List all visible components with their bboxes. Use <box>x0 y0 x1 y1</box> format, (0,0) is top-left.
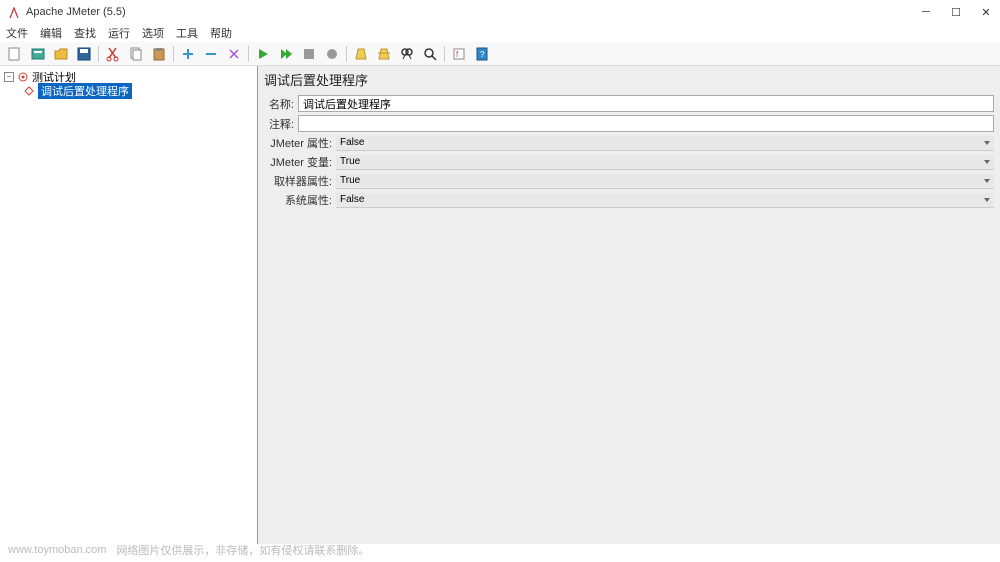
reset-search-icon[interactable] <box>419 44 441 64</box>
close-button[interactable]: ✕ <box>980 6 992 18</box>
menu-search[interactable]: 查找 <box>74 25 96 41</box>
titlebar: Apache JMeter (5.5) ─ ☐ ✕ <box>0 0 1000 24</box>
comment-label: 注释: <box>264 116 294 132</box>
jmeter-vars-label: JMeter 变量: <box>264 154 332 170</box>
testplan-icon <box>16 70 30 84</box>
comment-input[interactable] <box>298 115 994 132</box>
form-panel: 调试后置处理程序 名称: 注释: JMeter 属性: False JMeter… <box>258 66 1000 544</box>
tree-panel: − 测试计划 调试后置处理程序 <box>0 66 258 544</box>
toolbar: f ? <box>0 42 1000 66</box>
maximize-button[interactable]: ☐ <box>950 6 962 18</box>
open-icon[interactable] <box>50 44 72 64</box>
system-props-select[interactable]: False <box>336 193 994 208</box>
new-icon[interactable] <box>4 44 26 64</box>
footer-domain: www.toymoban.com <box>8 544 106 556</box>
menubar: 文件 编辑 查找 运行 选项 工具 帮助 <box>0 24 1000 42</box>
separator <box>173 46 174 62</box>
copy-icon[interactable] <box>125 44 147 64</box>
window-title: Apache JMeter (5.5) <box>26 6 920 18</box>
separator <box>98 46 99 62</box>
minimize-button[interactable]: ─ <box>920 6 932 18</box>
collapse-icon[interactable] <box>200 44 222 64</box>
separator <box>248 46 249 62</box>
stop-icon[interactable] <box>298 44 320 64</box>
jmeter-props-select[interactable]: False <box>336 136 994 151</box>
name-row: 名称: <box>264 95 994 112</box>
jmeter-props-row: JMeter 属性: False <box>264 135 994 151</box>
comment-row: 注释: <box>264 115 994 132</box>
cut-icon[interactable] <box>102 44 124 64</box>
footer-text: 网络图片仅供展示，非存储，如有侵权请联系删除。 <box>116 542 369 558</box>
toggle-icon[interactable] <box>223 44 245 64</box>
system-props-label: 系统属性: <box>264 192 332 208</box>
separator <box>444 46 445 62</box>
tree-root-row[interactable]: − 测试计划 <box>2 70 255 84</box>
jmeter-props-label: JMeter 属性: <box>264 135 332 151</box>
app-icon <box>8 6 20 18</box>
system-props-row: 系统属性: False <box>264 192 994 208</box>
svg-text:?: ? <box>480 50 485 59</box>
menu-options[interactable]: 选项 <box>142 25 164 41</box>
start-icon[interactable] <box>252 44 274 64</box>
name-label: 名称: <box>264 96 294 112</box>
window-controls: ─ ☐ ✕ <box>920 6 992 18</box>
menu-run[interactable]: 运行 <box>108 25 130 41</box>
menu-file[interactable]: 文件 <box>6 25 28 41</box>
help-icon[interactable]: ? <box>471 44 493 64</box>
menu-tools[interactable]: 工具 <box>176 25 198 41</box>
main-content: − 测试计划 调试后置处理程序 调试后置处理程序 名称: 注释: JMeter … <box>0 66 1000 544</box>
start-no-pause-icon[interactable] <box>275 44 297 64</box>
sampler-props-label: 取样器属性: <box>264 173 332 189</box>
search-icon[interactable] <box>396 44 418 64</box>
panel-title: 调试后置处理程序 <box>264 70 994 89</box>
clear-all-icon[interactable] <box>373 44 395 64</box>
templates-icon[interactable] <box>27 44 49 64</box>
collapse-toggle-icon[interactable]: − <box>4 72 14 82</box>
jmeter-vars-row: JMeter 变量: True <box>264 154 994 170</box>
name-input[interactable] <box>298 95 994 112</box>
menu-edit[interactable]: 编辑 <box>40 25 62 41</box>
jmeter-vars-select[interactable]: True <box>336 155 994 170</box>
separator <box>346 46 347 62</box>
sampler-props-row: 取样器属性: True <box>264 173 994 189</box>
postprocessor-icon <box>22 84 36 98</box>
shutdown-icon[interactable] <box>321 44 343 64</box>
sampler-props-select[interactable]: True <box>336 174 994 189</box>
clear-icon[interactable] <box>350 44 372 64</box>
save-icon[interactable] <box>73 44 95 64</box>
function-helper-icon[interactable]: f <box>448 44 470 64</box>
menu-help[interactable]: 帮助 <box>210 25 232 41</box>
paste-icon[interactable] <box>148 44 170 64</box>
tree-child-row[interactable]: 调试后置处理程序 <box>2 84 255 98</box>
footer-watermark: www.toymoban.com 网络图片仅供展示，非存储，如有侵权请联系删除。 <box>8 542 992 558</box>
expand-icon[interactable] <box>177 44 199 64</box>
tree-child-label: 调试后置处理程序 <box>38 83 132 99</box>
